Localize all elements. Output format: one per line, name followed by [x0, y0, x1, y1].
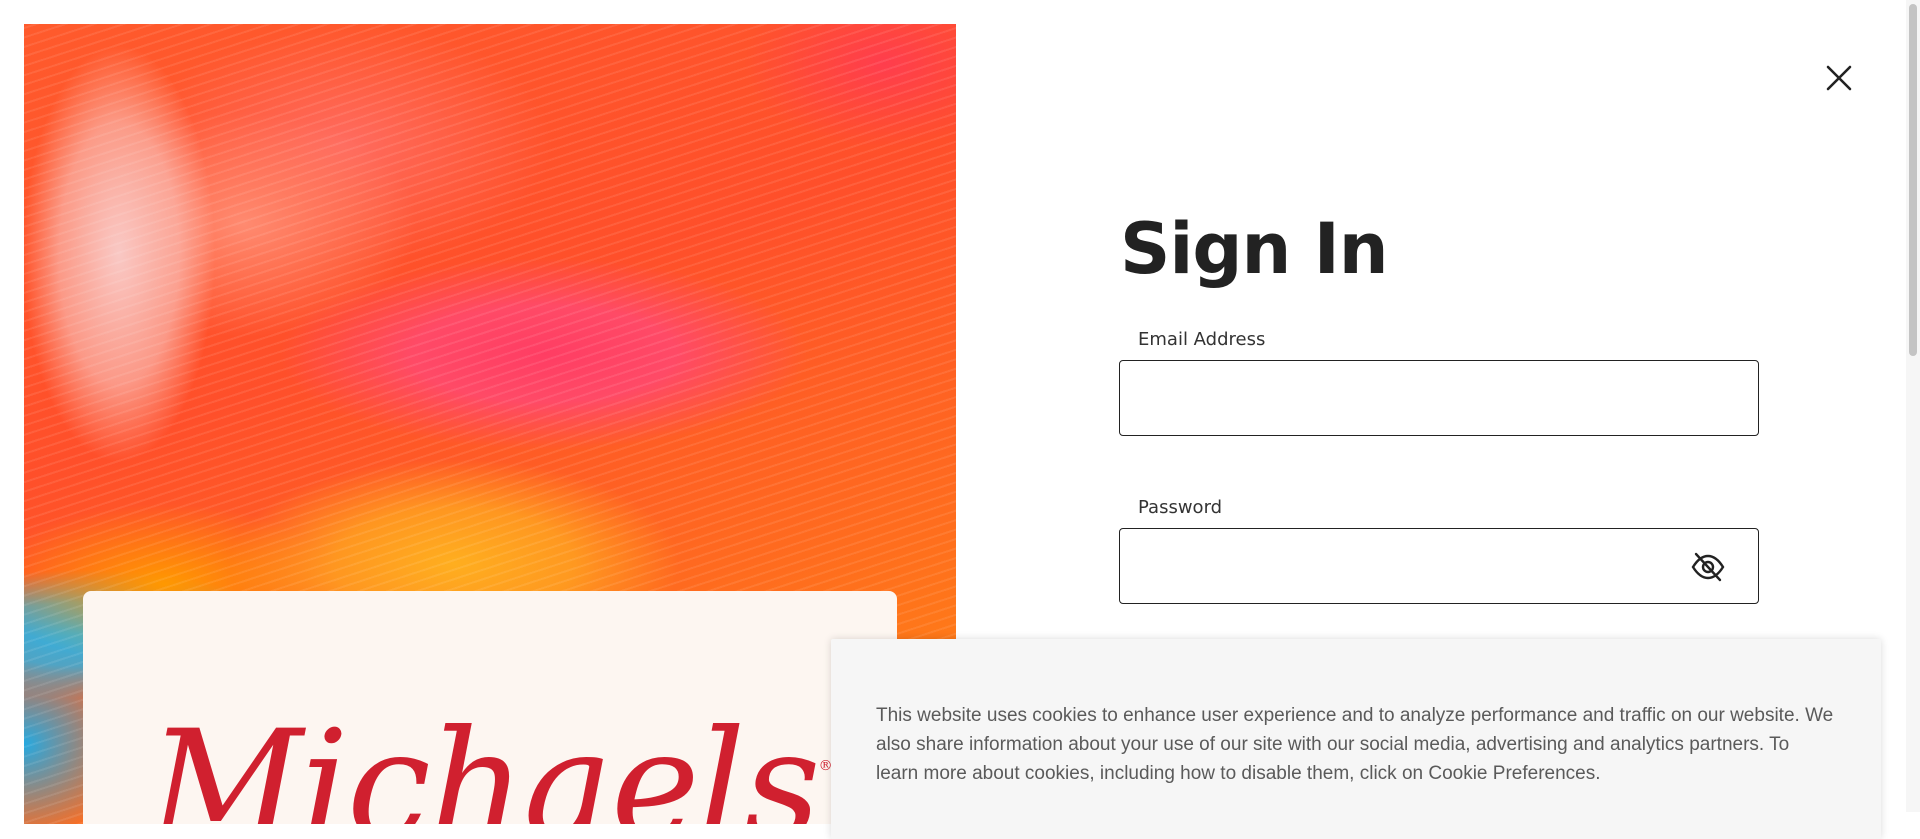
- email-label: Email Address: [1138, 329, 1266, 350]
- password-field-box: [1119, 528, 1759, 604]
- logo-card: Michaels®: [83, 591, 897, 824]
- email-field[interactable]: [1120, 361, 1758, 435]
- close-icon: [1826, 65, 1852, 91]
- password-visibility-toggle[interactable]: [1690, 549, 1726, 585]
- scrollbar-thumb[interactable]: [1909, 4, 1917, 356]
- page-title: Sign In: [1120, 208, 1389, 290]
- eye-slash-icon: [1691, 552, 1725, 582]
- brand-logo: Michaels®: [83, 711, 897, 824]
- cookie-banner: This website uses cookies to enhance use…: [831, 639, 1881, 839]
- password-label: Password: [1138, 497, 1223, 518]
- email-field-box: [1119, 360, 1759, 436]
- registered-mark: ®: [818, 758, 833, 774]
- password-field[interactable]: [1120, 529, 1758, 603]
- brand-logo-text: Michaels: [149, 699, 820, 824]
- cookie-message: This website uses cookies to enhance use…: [876, 705, 1834, 784]
- hero-art-panel: Michaels®: [24, 24, 956, 824]
- close-button[interactable]: [1819, 58, 1859, 98]
- page-scrollbar[interactable]: [1906, 0, 1920, 812]
